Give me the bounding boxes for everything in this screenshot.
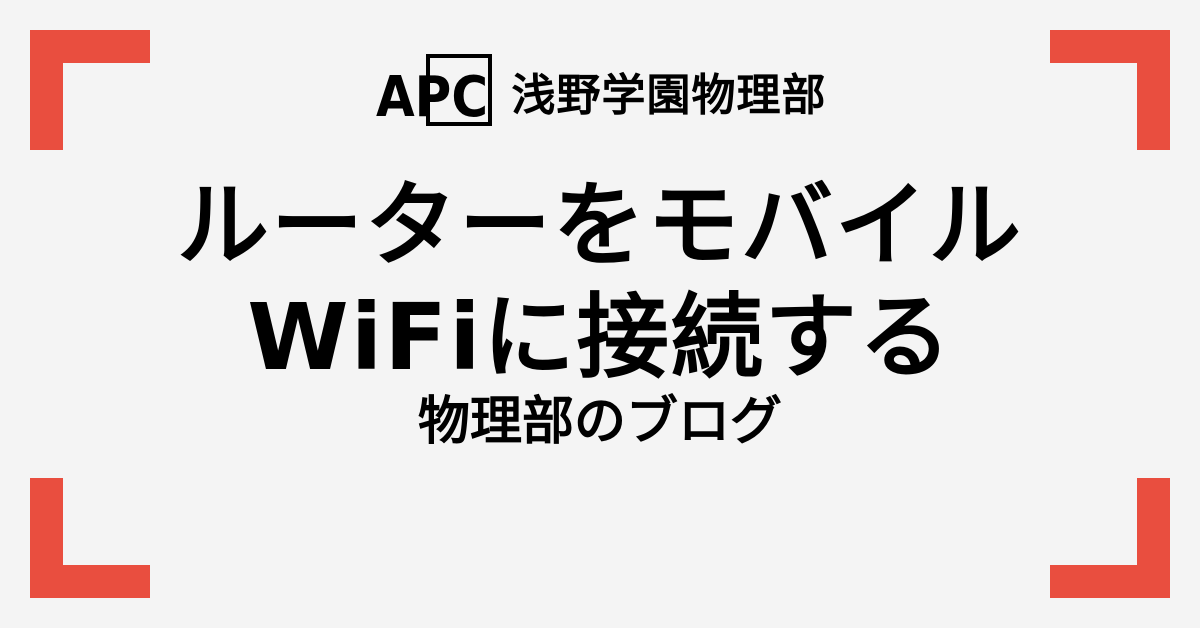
apc-logo-icon: APC xyxy=(376,54,492,130)
frame-corner-bottom-left xyxy=(30,478,150,598)
logo-text: APC xyxy=(376,65,488,130)
frame-corner-bottom-right xyxy=(1050,478,1170,598)
org-name: 浅野学園物理部 xyxy=(511,70,827,121)
page-title: ルーターをモバイル WiFiに接続する xyxy=(0,170,1200,394)
title-line-2: WiFiに接続する xyxy=(247,284,953,391)
header: APC 浅野学園物理部 xyxy=(0,52,1200,130)
subtitle: 物理部のブログ xyxy=(417,392,782,452)
title-line-1: ルーターをモバイル xyxy=(176,172,1023,279)
